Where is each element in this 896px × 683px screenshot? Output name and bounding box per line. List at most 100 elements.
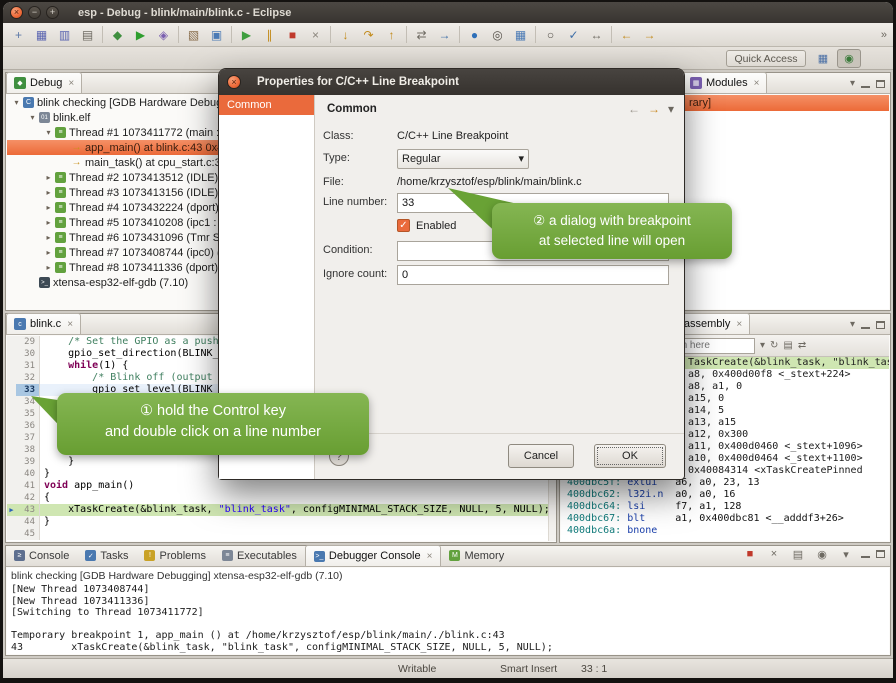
expander-icon[interactable]: ▸: [43, 218, 54, 227]
window-minimize-button[interactable]: −: [28, 6, 41, 19]
save-icon[interactable]: ▦: [30, 25, 53, 45]
remove-launch-icon[interactable]: ×: [765, 546, 783, 562]
expander-icon[interactable]: ▾: [11, 98, 22, 107]
line-number[interactable]: 32: [16, 372, 40, 384]
console-menu-icon[interactable]: ▾: [837, 546, 855, 562]
location-dropdown-icon[interactable]: ▾: [760, 340, 765, 351]
expander-icon[interactable]: ▸: [43, 233, 54, 242]
tab-blink-c[interactable]: c blink.c ×: [6, 313, 81, 334]
debug-perspective-icon[interactable]: ◉: [837, 49, 861, 68]
cancel-button[interactable]: Cancel: [508, 444, 574, 468]
save-all-icon[interactable]: ▥: [53, 25, 76, 45]
terminate-icon[interactable]: ■: [741, 546, 759, 562]
line-number[interactable]: 40: [16, 468, 40, 480]
expander-icon[interactable]: ▸: [43, 173, 54, 182]
annotation-icon[interactable]: ✓: [562, 25, 585, 45]
sidebar-item-common[interactable]: Common: [219, 95, 314, 115]
line-number[interactable]: 44: [16, 516, 40, 528]
ok-button[interactable]: OK: [594, 444, 666, 468]
drop-to-frame-icon[interactable]: ⇄: [410, 25, 433, 45]
memory-icon[interactable]: ▦: [509, 25, 532, 45]
window-close-button[interactable]: ×: [10, 6, 23, 19]
expander-icon[interactable]: ▸: [43, 248, 54, 257]
run-icon[interactable]: ▶: [129, 25, 152, 45]
sync-selection-icon[interactable]: ⇄: [798, 340, 806, 351]
open-perspective-icon[interactable]: ▦: [811, 49, 835, 68]
back-icon[interactable]: ←: [628, 102, 640, 116]
dialog-titlebar[interactable]: × Properties for C/C++ Line Breakpoint: [219, 69, 684, 95]
code-line[interactable]: 44}: [7, 516, 555, 528]
new-cpp-icon[interactable]: ▣: [205, 25, 228, 45]
back-icon[interactable]: ←: [615, 25, 638, 45]
suspend-icon[interactable]: ∥: [258, 25, 281, 45]
close-icon[interactable]: ×: [736, 319, 742, 330]
maximize-view-icon[interactable]: [876, 550, 885, 558]
expander-icon[interactable]: ▸: [43, 188, 54, 197]
line-number[interactable]: 31: [16, 360, 40, 372]
close-icon[interactable]: ×: [67, 319, 73, 330]
close-icon[interactable]: ×: [754, 78, 760, 89]
new-wizard-icon[interactable]: +: [7, 25, 30, 45]
show-source-icon[interactable]: ▤: [783, 340, 792, 351]
breakpoint-icon[interactable]: ●: [463, 25, 486, 45]
minimize-view-icon[interactable]: [861, 80, 870, 88]
minimize-view-icon[interactable]: [861, 550, 870, 558]
disassembly-row[interactable]: 400dbc67: blta1, 0x400dbc81 <__adddf3+26…: [561, 513, 889, 525]
build-icon[interactable]: ▧: [182, 25, 205, 45]
console-output[interactable]: blink checking [GDB Hardware Debugging] …: [7, 568, 889, 654]
toolbar-overflow-icon[interactable]: »: [881, 29, 887, 41]
expander-icon[interactable]: ▸: [43, 203, 54, 212]
forward-icon[interactable]: →: [648, 102, 660, 116]
watch-icon[interactable]: ◎: [486, 25, 509, 45]
tab-memory[interactable]: MMemory: [441, 545, 512, 566]
code-line[interactable]: 42{: [7, 492, 555, 504]
quick-access-button[interactable]: Quick Access: [726, 50, 806, 67]
expander-icon[interactable]: ▾: [43, 128, 54, 137]
tab-debug[interactable]: ◆ Debug ×: [6, 72, 82, 93]
line-number[interactable]: 41: [16, 480, 40, 492]
line-number[interactable]: 39: [16, 456, 40, 468]
tab-modules[interactable]: ▦ Modules ×: [682, 72, 767, 93]
view-menu-icon[interactable]: ▾: [668, 102, 674, 116]
tab-debugger-console[interactable]: >_Debugger Console×: [305, 545, 442, 566]
disassembly-row[interactable]: 400dbc64: lsif7, a1, 128: [561, 501, 889, 513]
close-icon[interactable]: ×: [427, 551, 433, 562]
maximize-view-icon[interactable]: [876, 80, 885, 88]
step-over-icon[interactable]: ↷: [357, 25, 380, 45]
disassembly-row[interactable]: 400dbc62: l32i.na0, a0, 16: [561, 489, 889, 501]
window-titlebar[interactable]: × − + esp - Debug - blink/main/blink.c -…: [3, 2, 893, 23]
tab-console[interactable]: ≥Console: [6, 545, 77, 566]
line-number[interactable]: 43: [16, 504, 40, 516]
code-line-executing[interactable]: ▶43 xTaskCreate(&blink_task, "blink_task…: [7, 504, 555, 516]
profile-icon[interactable]: ◈: [152, 25, 175, 45]
enabled-checkbox[interactable]: ✓: [397, 219, 410, 232]
close-icon[interactable]: ×: [68, 78, 74, 89]
disassembly-row[interactable]: 400dbc6a: bnone: [561, 525, 889, 537]
terminate-icon[interactable]: ■: [281, 25, 304, 45]
code-line[interactable]: 45: [7, 528, 555, 540]
tab-tasks[interactable]: ✓Tasks: [77, 545, 136, 566]
window-maximize-button[interactable]: +: [46, 6, 59, 19]
view-menu-icon[interactable]: ▾: [850, 319, 855, 330]
instruction-stepping-icon[interactable]: →: [433, 25, 456, 45]
link-editor-icon[interactable]: ↔: [585, 25, 608, 45]
resume-icon[interactable]: ▶: [235, 25, 258, 45]
minimize-view-icon[interactable]: [861, 321, 870, 329]
step-into-icon[interactable]: ↓: [334, 25, 357, 45]
type-dropdown[interactable]: Regular▾: [397, 149, 529, 169]
line-number[interactable]: 30: [16, 348, 40, 360]
expander-icon[interactable]: ▸: [43, 263, 54, 272]
search-icon[interactable]: ○: [539, 25, 562, 45]
tab-executables[interactable]: ≡Executables: [214, 545, 305, 566]
expander-icon[interactable]: ▾: [27, 113, 38, 122]
line-number[interactable]: 42: [16, 492, 40, 504]
step-return-icon[interactable]: ↑: [380, 25, 403, 45]
refresh-icon[interactable]: ↻: [770, 340, 778, 351]
ignore-count-input[interactable]: 0: [397, 265, 669, 285]
disconnect-icon[interactable]: ×: [304, 25, 327, 45]
forward-icon[interactable]: →: [638, 25, 661, 45]
pin-console-icon[interactable]: ◉: [813, 546, 831, 562]
view-menu-icon[interactable]: ▾: [850, 78, 855, 89]
code-line[interactable]: 41void app_main(): [7, 480, 555, 492]
debug-icon[interactable]: ◆: [106, 25, 129, 45]
